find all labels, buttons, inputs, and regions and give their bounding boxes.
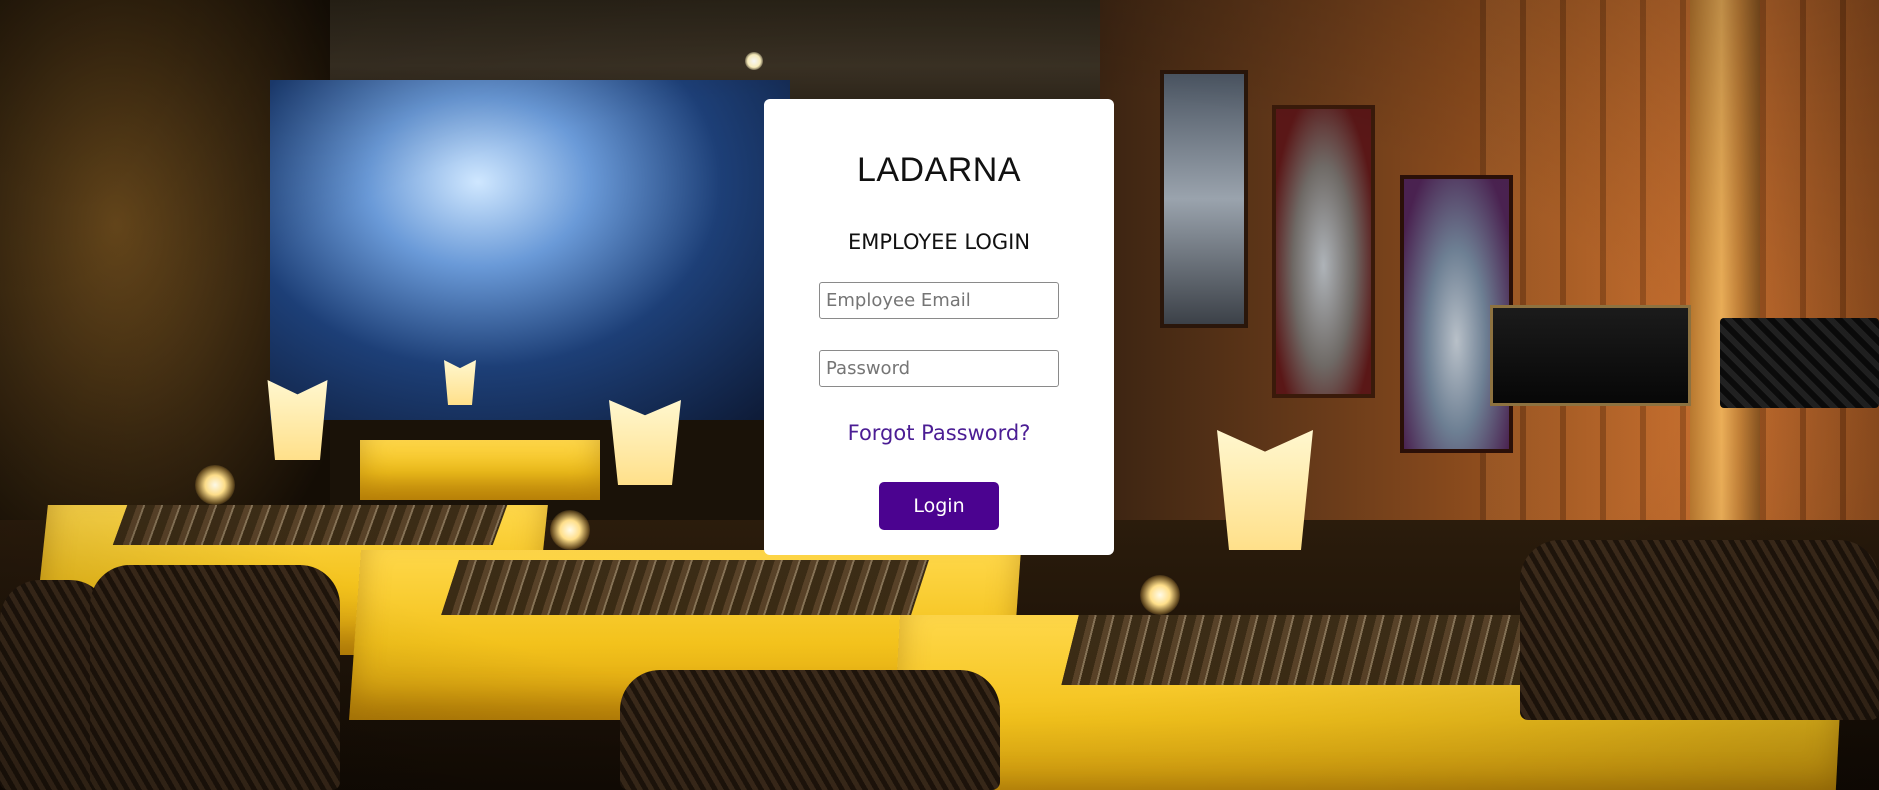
forgot-password-link[interactable]: Forgot Password? [764,421,1114,445]
login-page: LADARNA EMPLOYEE LOGIN Forgot Password? … [0,0,1879,790]
brand-title: LADARNA [856,151,1022,189]
login-button[interactable]: Login [879,482,999,530]
login-heading: EMPLOYEE LOGIN [847,230,1031,254]
login-card: LADARNA EMPLOYEE LOGIN Forgot Password? … [764,99,1114,555]
password-input[interactable] [819,350,1059,387]
employee-email-input[interactable] [819,282,1059,319]
